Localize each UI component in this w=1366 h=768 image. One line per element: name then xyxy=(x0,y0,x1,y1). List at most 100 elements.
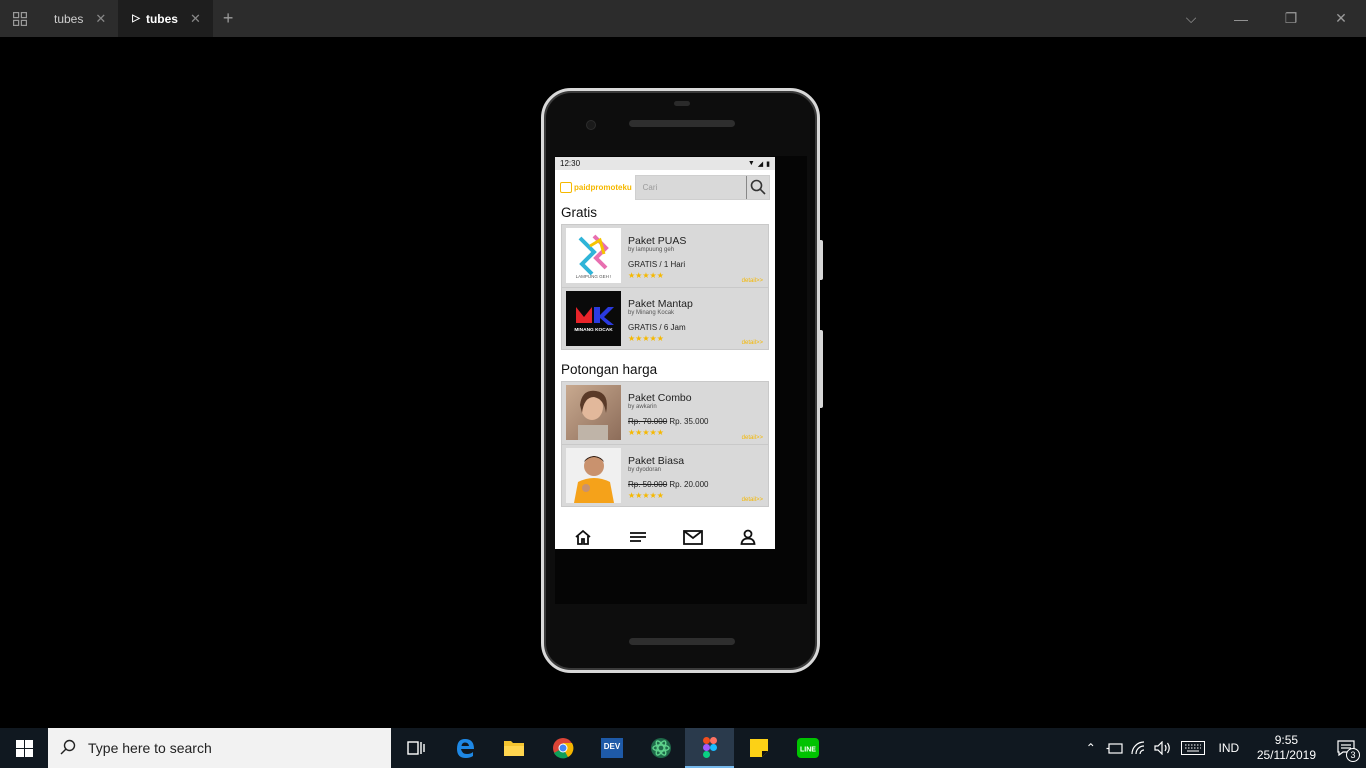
battery-icon: ▮ xyxy=(766,160,770,168)
item-author: by lampuung geh xyxy=(628,247,675,253)
section-title-gratis: Gratis xyxy=(561,205,598,220)
rating-stars: ★★★★★ xyxy=(628,334,664,343)
notification-badge: 3 xyxy=(1346,748,1360,762)
awkarin-photo xyxy=(566,385,621,440)
restore-button[interactable]: ❐ xyxy=(1266,0,1316,37)
section-title-potongan: Potongan harga xyxy=(561,362,658,377)
power-button xyxy=(819,240,823,280)
item-author: by awkarin xyxy=(628,404,657,410)
item-info: Paket Biasa by dyodoran Rp. 50.000 Rp. 2… xyxy=(628,448,709,503)
rating-stars: ★★★★★ xyxy=(628,491,664,500)
status-bar: 12:30 ▼ ◢ ▮ xyxy=(555,157,775,170)
item-name: Paket Biasa xyxy=(628,455,685,467)
menu-icon[interactable] xyxy=(627,526,649,548)
edge-icon[interactable] xyxy=(440,728,489,768)
atom-icon[interactable] xyxy=(636,728,685,768)
app-logo[interactable]: paidpromoteku xyxy=(560,181,634,193)
new-price: Rp. 35.000 xyxy=(667,417,709,426)
item-info: Paket Combo by awkarin Rp. 70.000 Rp. 35… xyxy=(628,385,709,441)
rating-stars: ★★★★★ xyxy=(628,428,664,437)
front-camera xyxy=(586,120,596,130)
logo-icon xyxy=(560,181,572,193)
detail-link[interactable]: detail>> xyxy=(742,278,763,284)
dev-app-icon[interactable]: DEV xyxy=(587,728,636,768)
signal-icon: ◢ xyxy=(757,160,764,168)
notification-icon[interactable]: 3 xyxy=(1326,728,1366,768)
minang-kocak-logo: MINANG KOCAK xyxy=(566,291,621,346)
chevron-down-icon[interactable]: ⌵ xyxy=(1166,0,1216,37)
taskbar-search[interactable]: Type here to search xyxy=(48,728,391,768)
rating-stars: ★★★★★ xyxy=(628,271,664,280)
language-indicator[interactable]: IND xyxy=(1211,741,1247,755)
item-info: Paket PUAS by lampuung geh GRATIS / 1 Ha… xyxy=(628,228,686,284)
old-price: Rp. 70.000 xyxy=(628,417,668,426)
window-controls: ⌵ — ❐ ✕ xyxy=(1166,0,1366,37)
svg-text:LINE: LINE xyxy=(800,747,816,754)
user-icon[interactable] xyxy=(737,526,759,548)
task-view-icon[interactable] xyxy=(391,728,440,768)
clock[interactable]: 9:55 25/11/2019 xyxy=(1247,733,1326,763)
item-author: by dyodoran xyxy=(628,467,662,473)
new-price: Rp. 20.000 xyxy=(667,480,709,489)
taskbar-apps: DEV LINE xyxy=(391,728,832,768)
detail-link[interactable]: detail>> xyxy=(742,340,763,346)
status-icons: ▼ ◢ ▮ xyxy=(748,160,770,168)
discount-list: Paket Combo by awkarin Rp. 70.000 Rp. 35… xyxy=(561,381,769,507)
figma-icon[interactable] xyxy=(685,728,734,768)
wifi-icon: ▼ xyxy=(747,160,755,167)
sticky-notes-icon[interactable] xyxy=(734,728,783,768)
windows-taskbar: Type here to search DEV LINE ⌃ IND 9:55 … xyxy=(0,728,1366,768)
svg-text:MINANG KOCAK: MINANG KOCAK xyxy=(574,327,613,333)
bottom-nav xyxy=(555,525,775,549)
tab-label: tubes xyxy=(145,11,178,26)
grid-menu-icon[interactable] xyxy=(0,0,40,37)
item-price: Rp. 70.000 Rp. 35.000 xyxy=(628,417,709,426)
detail-link[interactable]: detail>> xyxy=(742,497,763,503)
line-icon[interactable]: LINE xyxy=(783,728,832,768)
file-explorer-icon[interactable] xyxy=(489,728,538,768)
chrome-icon[interactable] xyxy=(538,728,587,768)
gratis-list: LAMPUNG GEH ! Paket PUAS by lampuung geh… xyxy=(561,224,769,350)
add-tab-icon[interactable]: + xyxy=(213,8,244,29)
svg-text:LAMPUNG GEH !: LAMPUNG GEH ! xyxy=(576,274,612,279)
lampung-geh-logo: LAMPUNG GEH ! xyxy=(566,228,621,283)
app-header: paidpromoteku Cari xyxy=(555,170,775,204)
search-input[interactable]: Cari xyxy=(636,183,746,192)
tab-tubes-1[interactable]: tubes ✕ xyxy=(40,0,118,37)
system-tray: ⌃ IND 9:55 25/11/2019 3 xyxy=(1079,728,1366,768)
search-icon[interactable] xyxy=(746,175,769,199)
item-name: Paket PUAS xyxy=(628,235,687,247)
home-icon[interactable] xyxy=(572,526,594,548)
item-name: Paket Mantap xyxy=(628,298,693,310)
windows-start-icon[interactable] xyxy=(0,728,48,768)
mail-icon[interactable] xyxy=(682,526,704,548)
taskbar-search-placeholder: Type here to search xyxy=(88,740,212,756)
search-icon xyxy=(60,739,76,758)
minimize-button[interactable]: — xyxy=(1216,0,1266,37)
phone-screen: 12:30 ▼ ◢ ▮ paidpromoteku Cari Gratis LA… xyxy=(555,157,775,549)
list-item[interactable]: LAMPUNG GEH ! Paket PUAS by lampuung geh… xyxy=(562,225,768,287)
search-bar: Cari xyxy=(634,174,770,200)
old-price: Rp. 50.000 xyxy=(628,480,668,489)
list-item[interactable]: Paket Biasa by dyodoran Rp. 50.000 Rp. 2… xyxy=(562,444,768,506)
phone-speaker xyxy=(629,120,735,127)
phone-speaker-bottom xyxy=(629,638,735,645)
keyboard-icon[interactable] xyxy=(1175,741,1211,755)
app-titlebar: tubes ✕ ▷ tubes ✕ + ⌵ — ❐ ✕ xyxy=(0,0,1366,37)
close-tab-icon[interactable]: ✕ xyxy=(190,11,201,27)
list-item[interactable]: MINANG KOCAK Paket Mantap by Minang Koca… xyxy=(562,287,768,349)
status-time: 12:30 xyxy=(560,159,581,168)
phone-sensor xyxy=(674,101,690,106)
battery-icon[interactable] xyxy=(1103,742,1127,754)
list-item[interactable]: Paket Combo by awkarin Rp. 70.000 Rp. 35… xyxy=(562,382,768,444)
detail-link[interactable]: detail>> xyxy=(742,435,763,441)
chevron-up-icon[interactable]: ⌃ xyxy=(1079,741,1103,755)
close-button[interactable]: ✕ xyxy=(1316,0,1366,37)
tab-tubes-2[interactable]: ▷ tubes ✕ xyxy=(118,0,213,37)
item-info: Paket Mantap by Minang Kocak GRATIS / 6 … xyxy=(628,291,693,346)
item-author: by Minang Kocak xyxy=(628,310,675,316)
close-tab-icon[interactable]: ✕ xyxy=(95,11,106,27)
volume-icon[interactable] xyxy=(1151,741,1175,755)
wifi-icon[interactable] xyxy=(1127,741,1151,755)
item-name: Paket Combo xyxy=(628,392,692,404)
